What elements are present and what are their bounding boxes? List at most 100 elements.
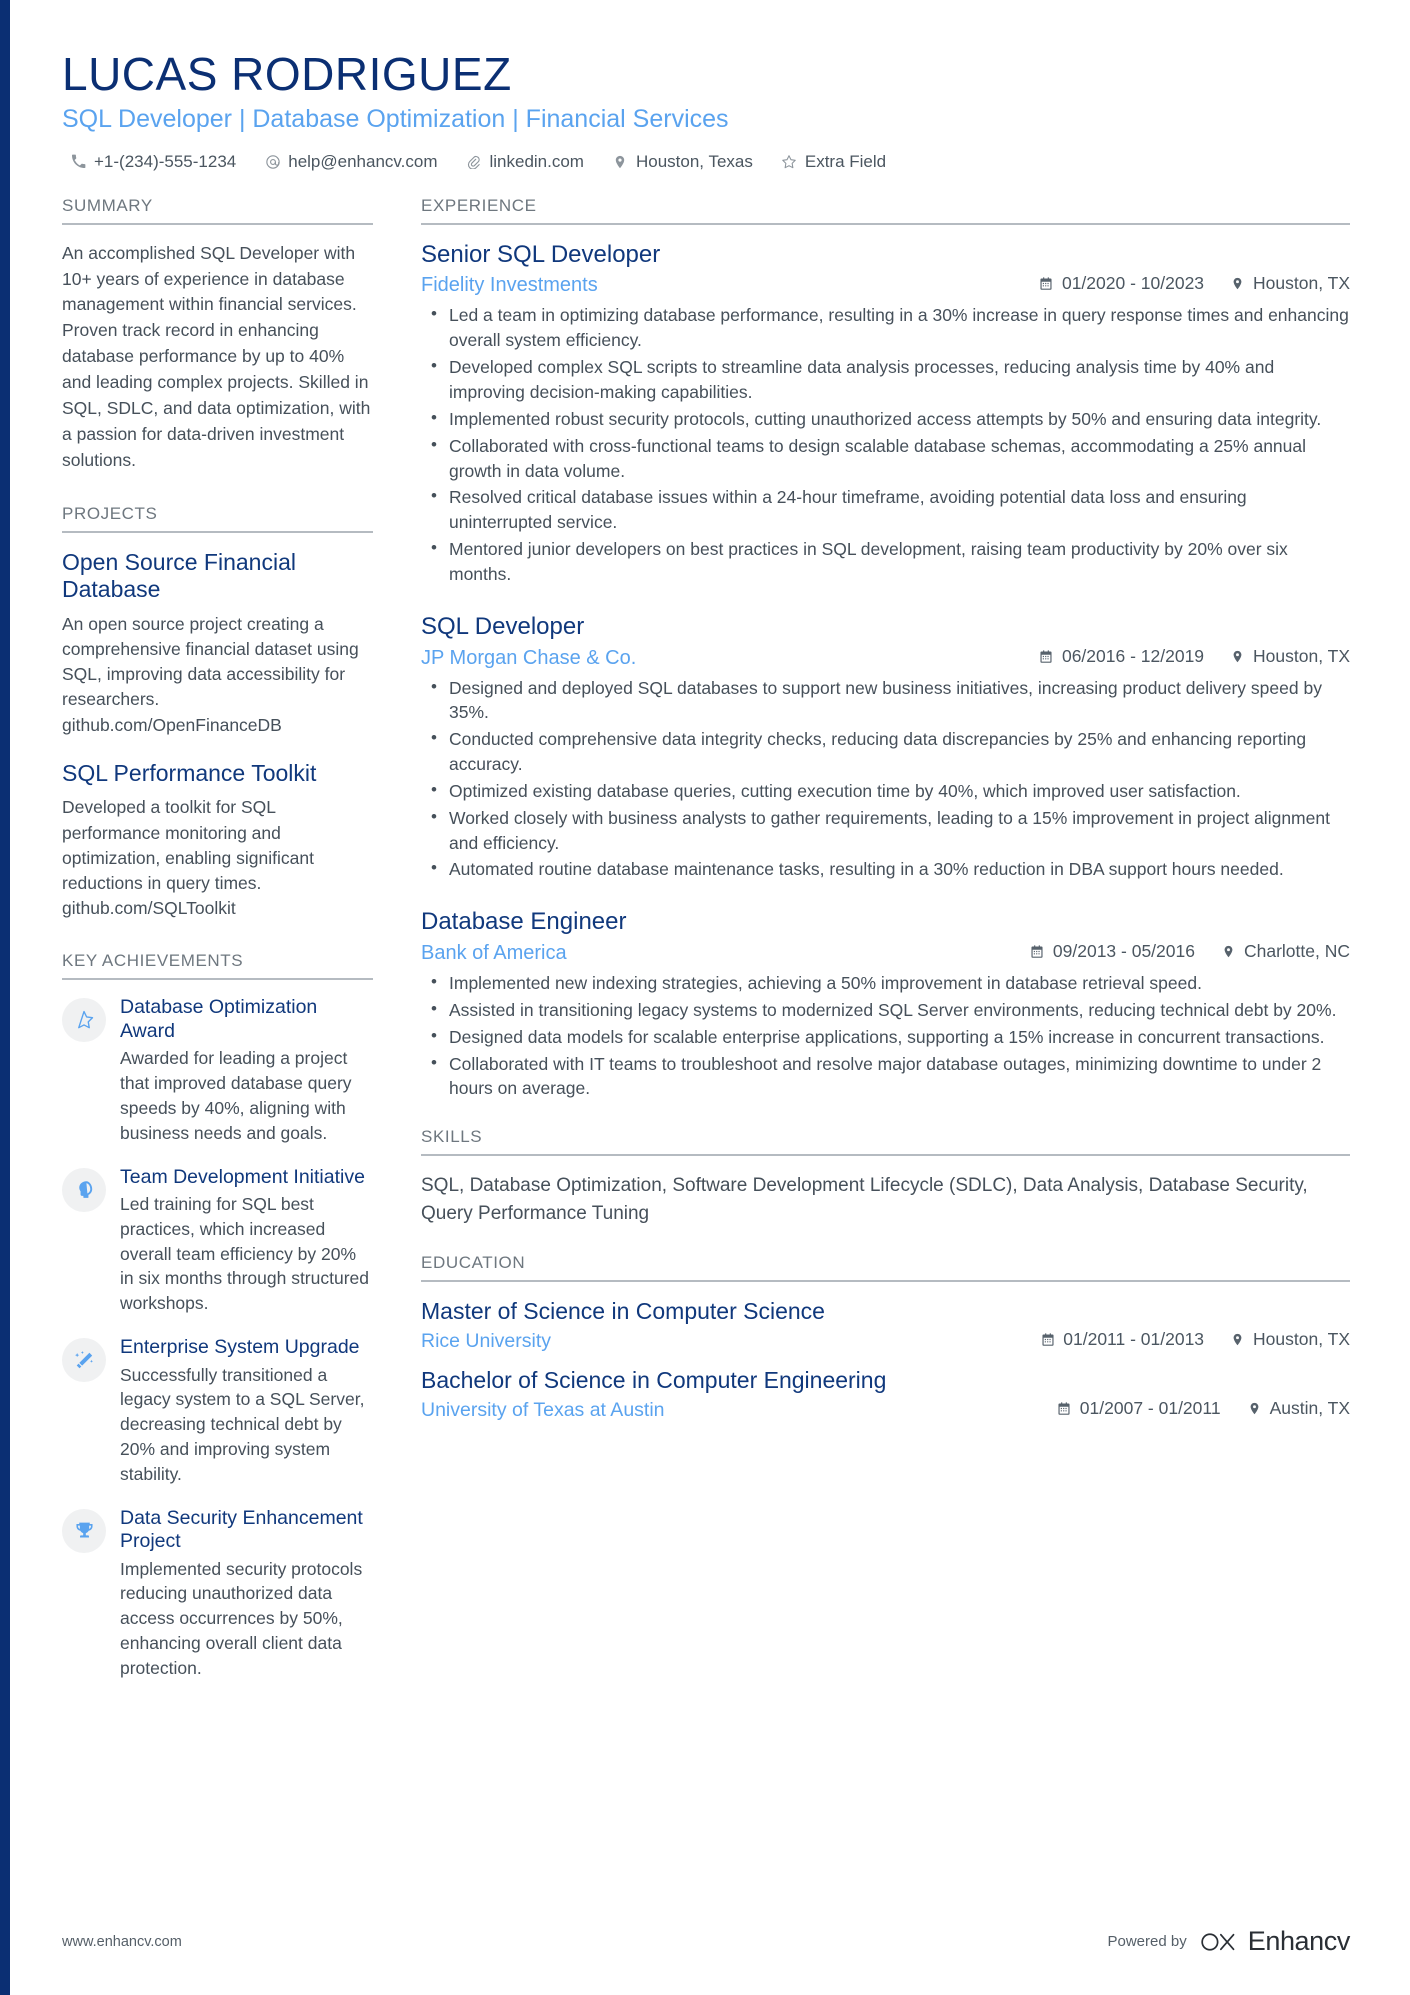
job-dates: 06/2016 - 12/2019: [1039, 646, 1204, 667]
job-title: Senior SQL Developer: [421, 240, 661, 268]
job-dates: 01/2020 - 10/2023: [1039, 273, 1204, 294]
calendar-icon: [1040, 1332, 1055, 1348]
achievement-item: Enterprise System Upgrade Successfully t…: [62, 1336, 373, 1487]
candidate-name: LUCAS RODRIGUEZ: [62, 48, 512, 100]
contact-location: Houston, Texas: [612, 152, 753, 172]
experience-section-title: EXPERIENCE: [421, 196, 1350, 225]
job-meta-row: JP Morgan Chase & Co. 06/2016 - 12/2019: [421, 646, 1350, 670]
education-location: Austin, TX: [1247, 1398, 1350, 1419]
achievement-title: Data Security Enhancement Project: [120, 1506, 363, 1553]
achievement-title: Team Development Initiative: [120, 1165, 365, 1188]
calendar-icon: [1039, 276, 1054, 292]
experience-section: EXPERIENCE Senior SQL Developer Fidelity…: [421, 196, 1350, 1102]
contact-link[interactable]: linkedin.com: [465, 152, 584, 172]
achievement-title: Database Optimization Award: [120, 996, 318, 1042]
education-meta-row: Rice University 01/2011 - 01/2013 Housto…: [421, 1329, 1350, 1353]
education-school: University of Texas at Austin: [421, 1398, 665, 1421]
project-item: SQL Performance Toolkit Developed a tool…: [62, 760, 373, 922]
star-icon: [781, 153, 798, 170]
achievement-item: Data Security Enhancement Project Implem…: [62, 1507, 373, 1681]
education-location-text: Austin, TX: [1269, 1397, 1350, 1418]
contact-row: +1-(234)-555-1234 help@enhancv.com linke…: [62, 152, 1350, 172]
summary-section: SUMMARY An accomplished SQL Developer wi…: [62, 196, 373, 474]
calendar-icon: [1030, 944, 1045, 960]
summary-text: An accomplished SQL Developer with 10+ y…: [62, 242, 371, 470]
job-dates-text: 06/2016 - 12/2019: [1061, 645, 1205, 666]
job-bullet: Automated routine database maintenance t…: [431, 856, 1350, 882]
enhancv-wordmark: Enhancv: [1247, 1926, 1351, 1956]
contact-email-text: help@enhancv.com: [288, 151, 438, 171]
job-company: JP Morgan Chase & Co.: [421, 646, 637, 669]
achievement-description: Led training for SQL best practices, whi…: [120, 1193, 370, 1314]
job-company: Bank of America: [421, 942, 567, 965]
job-bullet: Collaborated with cross-functional teams…: [431, 433, 1350, 484]
location-pin-icon: [1247, 1400, 1262, 1416]
education-item: Master of Science in Computer Science Ri…: [421, 1298, 1350, 1353]
skills-section-title: SKILLS: [421, 1127, 1350, 1157]
contact-link-text: linkedin.com: [489, 151, 584, 171]
job-bullet: Optimized existing database queries, cut…: [431, 778, 1350, 804]
resume-page: LUCAS RODRIGUEZ SQL Developer | Database…: [0, 0, 1410, 1995]
job-bullet: Worked closely with business analysts to…: [431, 805, 1350, 856]
job-meta-row: Bank of America 09/2013 - 05/2016 Charlo…: [421, 941, 1350, 965]
education-dates-text: 01/2011 - 01/2013: [1063, 1329, 1205, 1349]
job-bullet-list: Designed and deployed SQL databases to s…: [421, 675, 1350, 883]
job-title: Database Engineer: [421, 908, 627, 936]
calendar-icon: [1057, 1400, 1072, 1416]
location-pin-icon: [1230, 1332, 1245, 1348]
left-column: SUMMARY An accomplished SQL Developer wi…: [62, 196, 399, 1711]
job-dates-text: 01/2020 - 10/2023: [1061, 273, 1205, 294]
contact-phone[interactable]: +1-(234)-555-1234: [70, 152, 236, 172]
contact-extra-field-text: Extra Field: [804, 151, 887, 171]
phone-icon: [70, 153, 87, 170]
education-section: EDUCATION Master of Science in Computer …: [421, 1253, 1350, 1422]
job-bullet: Mentored junior developers on best pract…: [431, 536, 1350, 587]
experience-item: SQL Developer JP Morgan Chase & Co. 06/2…: [421, 613, 1350, 883]
experience-item: Database Engineer Bank of America 09/201…: [421, 908, 1350, 1101]
location-pin-icon: [1221, 944, 1236, 960]
projects-section-title: PROJECTS: [62, 504, 373, 533]
job-bullet: Designed data models for scalable enterp…: [431, 1024, 1350, 1050]
education-item: Bachelor of Science in Computer Engineer…: [421, 1367, 1350, 1422]
education-location-text: Houston, TX: [1253, 1329, 1350, 1349]
head-profile-icon: [62, 1167, 106, 1212]
resume-body: SUMMARY An accomplished SQL Developer wi…: [0, 172, 1410, 1711]
enhancv-mark-icon: [1201, 1932, 1235, 1951]
project-link[interactable]: github.com/OpenFinanceDB: [62, 713, 373, 738]
job-bullet: Implemented robust security protocols, c…: [431, 406, 1350, 432]
star-outline-icon: [62, 998, 106, 1043]
achievement-title: Enterprise System Upgrade: [120, 1336, 360, 1359]
education-dates: 01/2011 - 01/2013: [1040, 1329, 1204, 1350]
contact-location-text: Houston, Texas: [635, 151, 753, 171]
job-bullet: Designed and deployed SQL databases to s…: [431, 675, 1350, 726]
magic-wand-icon: [62, 1338, 106, 1383]
achievement-item: Database Optimization Award Awarded for …: [62, 996, 373, 1145]
job-title: SQL Developer: [421, 612, 585, 640]
project-item: Open Source Financial Database An open s…: [62, 549, 373, 738]
achievement-description: Implemented security protocols reducing …: [120, 1558, 363, 1678]
job-location: Charlotte, NC: [1221, 941, 1350, 962]
job-location-text: Houston, TX: [1253, 273, 1350, 294]
contact-email[interactable]: help@enhancv.com: [264, 152, 437, 172]
job-location-text: Charlotte, NC: [1243, 941, 1350, 962]
job-company: Fidelity Investments: [421, 274, 598, 297]
trophy-icon: [62, 1508, 106, 1553]
achievement-description: Awarded for leading a project that impro…: [120, 1048, 352, 1143]
education-section-title: EDUCATION: [421, 1253, 1350, 1283]
project-link[interactable]: github.com/SQLToolkit: [62, 896, 373, 921]
email-icon: [264, 153, 281, 170]
calendar-icon: [1039, 648, 1054, 664]
resume-header: LUCAS RODRIGUEZ SQL Developer | Database…: [0, 0, 1410, 172]
candidate-headline: SQL Developer | Database Optimization | …: [62, 104, 729, 133]
projects-section: PROJECTS Open Source Financial Database …: [62, 504, 373, 922]
location-pin-icon: [612, 153, 629, 170]
footer-website-url[interactable]: www.enhancv.com: [62, 1934, 182, 1950]
contact-phone-text: +1-(234)-555-1234: [94, 151, 237, 171]
project-title: SQL Performance Toolkit: [62, 759, 317, 786]
job-location: Houston, TX: [1230, 646, 1350, 667]
location-pin-icon: [1230, 276, 1245, 292]
job-bullet: Led a team in optimizing database perfor…: [431, 302, 1350, 353]
project-title: Open Source Financial Database: [62, 548, 296, 603]
job-bullet: Collaborated with IT teams to troublesho…: [431, 1051, 1350, 1102]
education-location: Houston, TX: [1230, 1329, 1350, 1350]
